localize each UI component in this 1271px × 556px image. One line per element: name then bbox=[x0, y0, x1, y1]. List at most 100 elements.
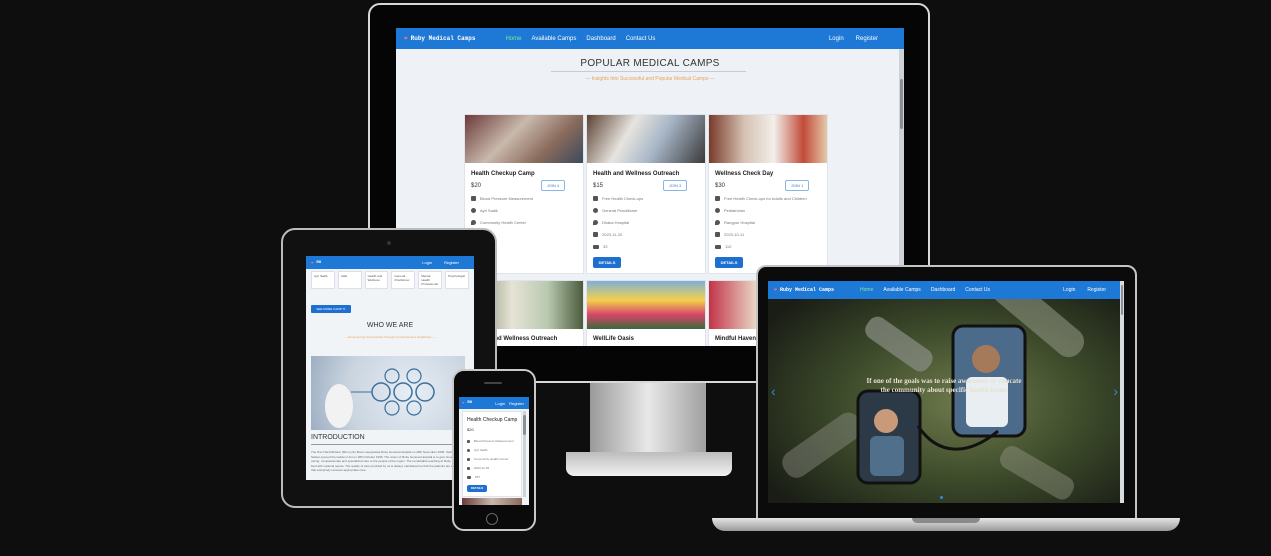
calendar-icon bbox=[715, 232, 720, 237]
introduction-text: The first Chief Minister (Mrs Lyric) Bos… bbox=[311, 450, 462, 472]
details-button[interactable]: DETAILS bbox=[715, 257, 743, 268]
camp-photo bbox=[709, 115, 827, 163]
participants-row: 33 bbox=[593, 244, 607, 249]
title-underline bbox=[551, 71, 746, 72]
location-row: Community Health Center bbox=[467, 457, 509, 461]
nav-dashboard-link[interactable]: Dashboard bbox=[931, 287, 955, 293]
join-button[interactable]: JOIN 4 bbox=[541, 180, 565, 191]
user-icon bbox=[593, 208, 598, 213]
laptop-notch bbox=[912, 518, 980, 523]
doctor-chip: Health and Wellness bbox=[364, 271, 389, 289]
phone-brand[interactable]: ❤ RU bbox=[462, 400, 472, 406]
doctor-row: Ayri Sadik bbox=[467, 448, 487, 452]
nav-login-link[interactable]: Login bbox=[495, 401, 505, 406]
tablet-navbar: ❤ RU Login Register bbox=[306, 256, 474, 269]
heart-icon: ❤ bbox=[462, 402, 465, 406]
doctor-chip: Psychologist bbox=[445, 271, 469, 289]
nav-available-camps-link[interactable]: Available Camps bbox=[883, 287, 920, 293]
carousel-prev-arrow[interactable]: ‹ bbox=[771, 383, 776, 399]
monitor-stand bbox=[590, 383, 706, 455]
location-pin-icon bbox=[715, 220, 720, 225]
nav-login-link[interactable]: Login bbox=[829, 36, 844, 42]
user-icon bbox=[467, 448, 470, 452]
join-button[interactable]: JOIN 1 bbox=[785, 180, 809, 191]
plus-square-icon bbox=[471, 196, 476, 201]
camp-card: Health and Wellness Outreach $15 JOIN 3 … bbox=[586, 114, 706, 274]
doctor-row: Ayri Sadik bbox=[471, 208, 498, 213]
location-pin-icon bbox=[593, 220, 598, 225]
location-row: Community Health Center bbox=[471, 220, 526, 225]
carousel-dot[interactable] bbox=[940, 496, 943, 499]
camp-price: $20 bbox=[471, 183, 482, 189]
location-pin-icon bbox=[471, 220, 476, 225]
phone-screen: ❤ RU Login Register Health Checkup Camp $… bbox=[459, 397, 529, 505]
phone-home-button[interactable] bbox=[486, 513, 498, 525]
nav-register-link[interactable]: Register bbox=[444, 260, 459, 265]
users-icon bbox=[593, 244, 599, 249]
nav-dashboard-link[interactable]: Dashboard bbox=[586, 36, 615, 42]
calendar-icon bbox=[593, 232, 598, 237]
phone-speaker bbox=[484, 382, 502, 384]
laptop-brand[interactable]: ❤ Ruby Medical Camps bbox=[774, 287, 834, 293]
nav-contact-link[interactable]: Contact Us bbox=[626, 36, 656, 42]
camp-photo bbox=[587, 115, 705, 163]
date-row: 2023-10-11 bbox=[715, 232, 744, 237]
camp-card: WellLife Oasis bbox=[586, 280, 706, 346]
doctor-row: General Practitioner bbox=[593, 208, 638, 213]
join-button[interactable]: JOIN 3 bbox=[663, 180, 687, 191]
participants-row: 257 bbox=[467, 475, 480, 479]
users-icon bbox=[715, 244, 721, 249]
scrollbar-thumb[interactable] bbox=[1121, 285, 1123, 315]
location-pin-icon bbox=[467, 457, 470, 461]
nav-login-link[interactable]: Login bbox=[422, 260, 432, 265]
plus-square-icon bbox=[715, 196, 720, 201]
service-row: Blood Pressure Measurement bbox=[467, 439, 514, 443]
doctor-chip: Jalal bbox=[337, 271, 362, 289]
camp-title: Health and Wellness Outreach bbox=[593, 171, 680, 177]
laptop-screen: ❤ Ruby Medical Camps Home Available Camps… bbox=[768, 281, 1124, 503]
who-we-are-subtitle: --- Empowering Communities through Compr… bbox=[344, 335, 436, 339]
users-icon bbox=[467, 475, 471, 479]
service-row: Blood Pressure Measurement bbox=[471, 196, 533, 201]
hero-caption: If one of the goals was to raise awarene… bbox=[866, 377, 1022, 394]
phone-scrollbar[interactable] bbox=[523, 411, 526, 497]
section-title: POPULAR MEDICAL CAMPS bbox=[580, 58, 720, 69]
camp-title: Wellness Check Day bbox=[715, 171, 774, 177]
user-icon bbox=[715, 208, 720, 213]
laptop-scrollbar[interactable] bbox=[1120, 281, 1124, 503]
camp-photo bbox=[465, 115, 583, 163]
nav-available-camps-link[interactable]: Available Camps bbox=[531, 36, 576, 42]
nav-login-link[interactable]: Login bbox=[1063, 287, 1075, 293]
heart-icon: ❤ bbox=[404, 35, 408, 42]
plus-square-icon bbox=[467, 439, 470, 443]
heart-icon: ❤ bbox=[774, 287, 778, 293]
doctor-row: Pediatrician bbox=[715, 208, 745, 213]
scrollbar-thumb[interactable] bbox=[900, 79, 903, 129]
nav-register-link[interactable]: Register bbox=[856, 36, 878, 42]
scrollbar-thumb[interactable] bbox=[523, 415, 526, 435]
nav-register-link[interactable]: Register bbox=[509, 401, 524, 406]
tablet-screen: ❤ RU Login Register Ayri Sadik Jalal Heal… bbox=[306, 256, 474, 480]
tablet-brand[interactable]: ❤ RU bbox=[311, 260, 321, 266]
camp-title: WellLife Oasis bbox=[593, 336, 634, 342]
doctor-chip: Mental Health Professional bbox=[418, 271, 443, 289]
details-button[interactable]: DETAILS bbox=[467, 485, 487, 492]
healthcare-banner bbox=[311, 356, 465, 430]
location-row: Rangpur Hospital bbox=[715, 220, 755, 225]
intro-divider bbox=[311, 444, 465, 445]
camp-card: Wellness Check Day $30 JOIN 1 Free Healt… bbox=[708, 114, 828, 274]
camp-title: Mindful Haven bbox=[715, 336, 757, 342]
nav-contact-link[interactable]: Contact Us bbox=[965, 287, 990, 293]
camp-price: $15 bbox=[593, 183, 604, 189]
details-button[interactable]: DETAILS bbox=[593, 257, 621, 268]
who-we-are-title: WHO WE ARE bbox=[366, 322, 414, 329]
see-more-camps-button[interactable]: SEE MORE CAMP ≫ bbox=[311, 305, 351, 313]
nav-home-link[interactable]: Home bbox=[505, 36, 521, 42]
desktop-brand[interactable]: ❤ Ruby Medical Camps bbox=[404, 35, 475, 42]
introduction-title: INTRODUCTION bbox=[311, 434, 365, 441]
laptop-navbar: ❤ Ruby Medical Camps Home Available Camps… bbox=[768, 281, 1124, 299]
nav-register-link[interactable]: Register bbox=[1087, 287, 1106, 293]
carousel-next-arrow[interactable]: › bbox=[1113, 383, 1118, 399]
camp-title: Health Checkup Camp bbox=[467, 417, 518, 423]
nav-home-link[interactable]: Home bbox=[860, 287, 873, 293]
